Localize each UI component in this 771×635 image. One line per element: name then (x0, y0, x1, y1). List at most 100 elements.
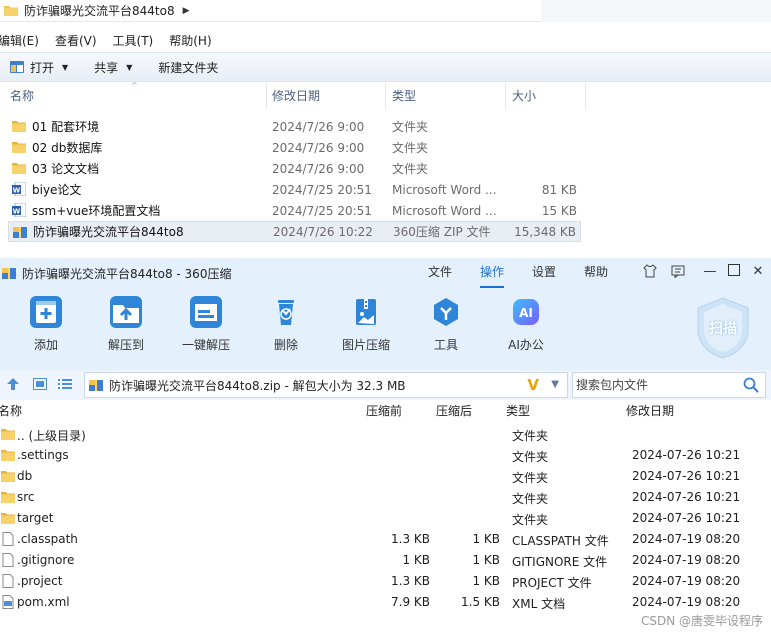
search-icon[interactable] (743, 377, 759, 393)
v-badge-icon[interactable]: V (527, 376, 539, 394)
list-item[interactable]: 03 论文文档 2024/7/26 9:00 文件夹 (8, 158, 581, 179)
file-name: ssm+vue环境配置文档 (32, 204, 161, 218)
feedback-icon[interactable] (670, 264, 686, 280)
address-dropdown-area[interactable] (541, 0, 771, 22)
zip-column-before[interactable]: 压缩前 (366, 400, 402, 422)
xml-file-icon (2, 595, 14, 609)
search-input[interactable] (576, 378, 736, 392)
menu-operate[interactable]: 操作 (480, 258, 505, 288)
folder-icon (1, 492, 15, 503)
delete-button[interactable]: 删除 (251, 296, 321, 353)
menu-edit[interactable]: 编辑(E) (0, 32, 39, 49)
zip-row-name: src (17, 490, 35, 504)
zip-column-modified[interactable]: 修改日期 (626, 400, 674, 422)
new-folder-button[interactable]: 新建文件夹 (158, 59, 218, 76)
column-date[interactable]: 修改日期 (266, 83, 386, 109)
add-icon (30, 296, 62, 328)
zip-row-modified: 2024-07-19 08:20 (632, 532, 741, 546)
extract-to-button[interactable]: 解压到 (91, 296, 161, 353)
zip-row-before: 1.3 KB (391, 574, 430, 588)
list-item[interactable]: 02 db数据库 2024/7/26 9:00 文件夹 (8, 137, 581, 158)
zip-column-name[interactable]: 名称 (0, 400, 22, 422)
word-doc-icon: W (12, 182, 26, 196)
file-date: 2024/7/26 9:00 (272, 119, 365, 134)
list-item[interactable]: W ssm+vue环境配置文档 2024/7/25 20:51 Microsof… (8, 200, 581, 221)
zip-row[interactable]: .gitignore 1 KB 1 KB GITIGNORE 文件 2024-0… (0, 550, 771, 571)
menu-tools[interactable]: 工具(T) (113, 32, 154, 49)
zip-row-type: 文件夹 (512, 492, 549, 506)
zip-row[interactable]: db 文件夹 2024-07-26 10:21 (0, 466, 771, 487)
skin-icon[interactable] (642, 264, 658, 280)
zip-row-name: db (17, 469, 33, 483)
list-item-selected[interactable]: 防诈骗曝光交流平台844to8 2024/7/26 10:22 360压缩 ZI… (8, 221, 581, 242)
menu-help[interactable]: 帮助 (584, 258, 608, 288)
zip-row-type: 文件夹 (512, 429, 549, 443)
file-type: 文件夹 (392, 120, 429, 134)
ai-office-button[interactable]: AI AI办公 (491, 296, 561, 353)
zip-row[interactable]: pom.xml 7.9 KB 1.5 KB XML 文档 2024-07-19 … (0, 592, 771, 613)
menu-file[interactable]: 文件 (428, 258, 452, 288)
column-header: 名称 修改日期 类型 大小 ^ (0, 81, 771, 109)
svg-text:AI: AI (519, 306, 533, 320)
menu-help[interactable]: 帮助(H) (169, 32, 211, 49)
list-item[interactable]: 01 配套环境 2024/7/26 9:00 文件夹 (8, 116, 581, 137)
open-label: 打开 (30, 60, 55, 75)
zip-row[interactable]: target 文件夹 2024-07-26 10:21 (0, 508, 771, 529)
folder-icon (1, 429, 15, 440)
tools-label: 工具 (433, 338, 458, 352)
chevron-down-icon[interactable]: ▼ (551, 379, 559, 390)
tools-button[interactable]: 工具 (411, 296, 481, 353)
column-type[interactable]: 类型 (386, 83, 506, 109)
zip-row[interactable]: .settings 文件夹 2024-07-26 10:21 (0, 445, 771, 466)
menu-settings[interactable]: 设置 (532, 258, 556, 288)
zip-row-modified: 2024-07-19 08:20 (632, 595, 741, 609)
archive-path-bar[interactable]: 防诈骗曝光交流平台844to8.zip - 解包大小为 32.3 MB V ▼ (84, 372, 568, 398)
zip-row[interactable]: src 文件夹 2024-07-26 10:21 (0, 487, 771, 508)
thumbnail-view-icon[interactable] (33, 378, 47, 393)
image-compress-icon (350, 296, 382, 328)
image-compress-button[interactable]: 图片压缩 (331, 296, 401, 353)
one-click-extract-button[interactable]: 一键解压 (171, 296, 241, 353)
zip-row[interactable]: .project 1.3 KB 1 KB PROJECT 文件 2024-07-… (0, 571, 771, 592)
add-label: 添加 (33, 338, 58, 352)
minimize-icon[interactable]: — (702, 264, 718, 280)
zip-row[interactable]: .. (上级目录) 文件夹 (0, 424, 771, 445)
file-name: biye论文 (32, 183, 82, 197)
share-button[interactable]: 共享 ▼ (94, 59, 132, 76)
zip-row-modified: 2024-07-19 08:20 (632, 574, 741, 588)
chevron-right-icon[interactable]: ▶ (183, 6, 190, 16)
address-path[interactable]: 防诈骗曝光交流平台844to8 (24, 2, 175, 19)
zip-row[interactable]: .classpath 1.3 KB 1 KB CLASSPATH 文件 2024… (0, 529, 771, 550)
folder-icon (12, 142, 26, 153)
zip-row-type: XML 文档 (512, 597, 566, 611)
folder-icon (12, 163, 26, 174)
file-type: 文件夹 (392, 141, 429, 155)
column-size[interactable]: 大小 (506, 83, 586, 109)
zip-column-type[interactable]: 类型 (506, 400, 530, 422)
ai-office-icon: AI (510, 296, 542, 328)
menu-view[interactable]: 查看(V) (55, 32, 97, 49)
scan-button[interactable]: 扫描 (694, 296, 752, 360)
zip-row-name: .project (17, 574, 63, 588)
zip-column-after[interactable]: 压缩后 (436, 400, 472, 422)
archive-search-box[interactable] (572, 372, 766, 398)
zip-row-after: 1 KB (472, 574, 500, 588)
watermark: CSDN @唐雯毕设程序 (640, 614, 763, 628)
file-name: 02 db数据库 (32, 141, 103, 155)
address-bar[interactable]: 防诈骗曝光交流平台844to8 ▶ (0, 0, 771, 22)
open-button[interactable]: 打开 ▼ (10, 59, 68, 76)
zip-window-title: 防诈骗曝光交流平台844to8 - 360压缩 (22, 266, 232, 281)
open-icon (10, 61, 24, 73)
maximize-icon[interactable] (726, 264, 742, 280)
list-view-icon[interactable] (58, 378, 72, 393)
svg-text:W: W (13, 208, 21, 216)
file-type: Microsoft Word ... (392, 182, 497, 197)
extract-to-label: 解压到 (107, 338, 144, 352)
up-arrow-icon[interactable] (6, 377, 20, 394)
ai-office-label: AI办公 (508, 338, 544, 352)
zip-row-name: pom.xml (17, 595, 70, 609)
zip-row-after: 1 KB (472, 553, 500, 567)
add-button[interactable]: 添加 (11, 296, 81, 353)
list-item[interactable]: W biye论文 2024/7/25 20:51 Microsoft Word … (8, 179, 581, 200)
close-icon[interactable]: ✕ (750, 264, 766, 280)
